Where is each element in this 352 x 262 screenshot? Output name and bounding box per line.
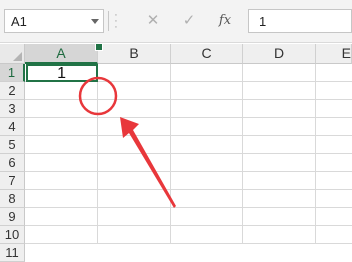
pointer-arrow xyxy=(120,117,176,208)
row-header-11[interactable]: 11 xyxy=(0,244,25,262)
annotation-overlay xyxy=(78,76,176,208)
highlight-circle xyxy=(78,76,118,116)
